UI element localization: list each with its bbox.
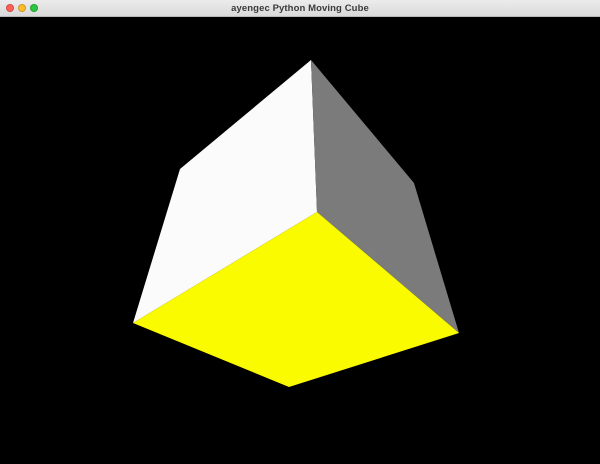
window-title: ayengec Python Moving Cube — [231, 3, 369, 14]
app-window: ayengec Python Moving Cube — [0, 0, 600, 464]
cube-scene — [0, 17, 600, 464]
title-bar[interactable]: ayengec Python Moving Cube — [0, 0, 600, 17]
render-canvas — [0, 17, 600, 464]
